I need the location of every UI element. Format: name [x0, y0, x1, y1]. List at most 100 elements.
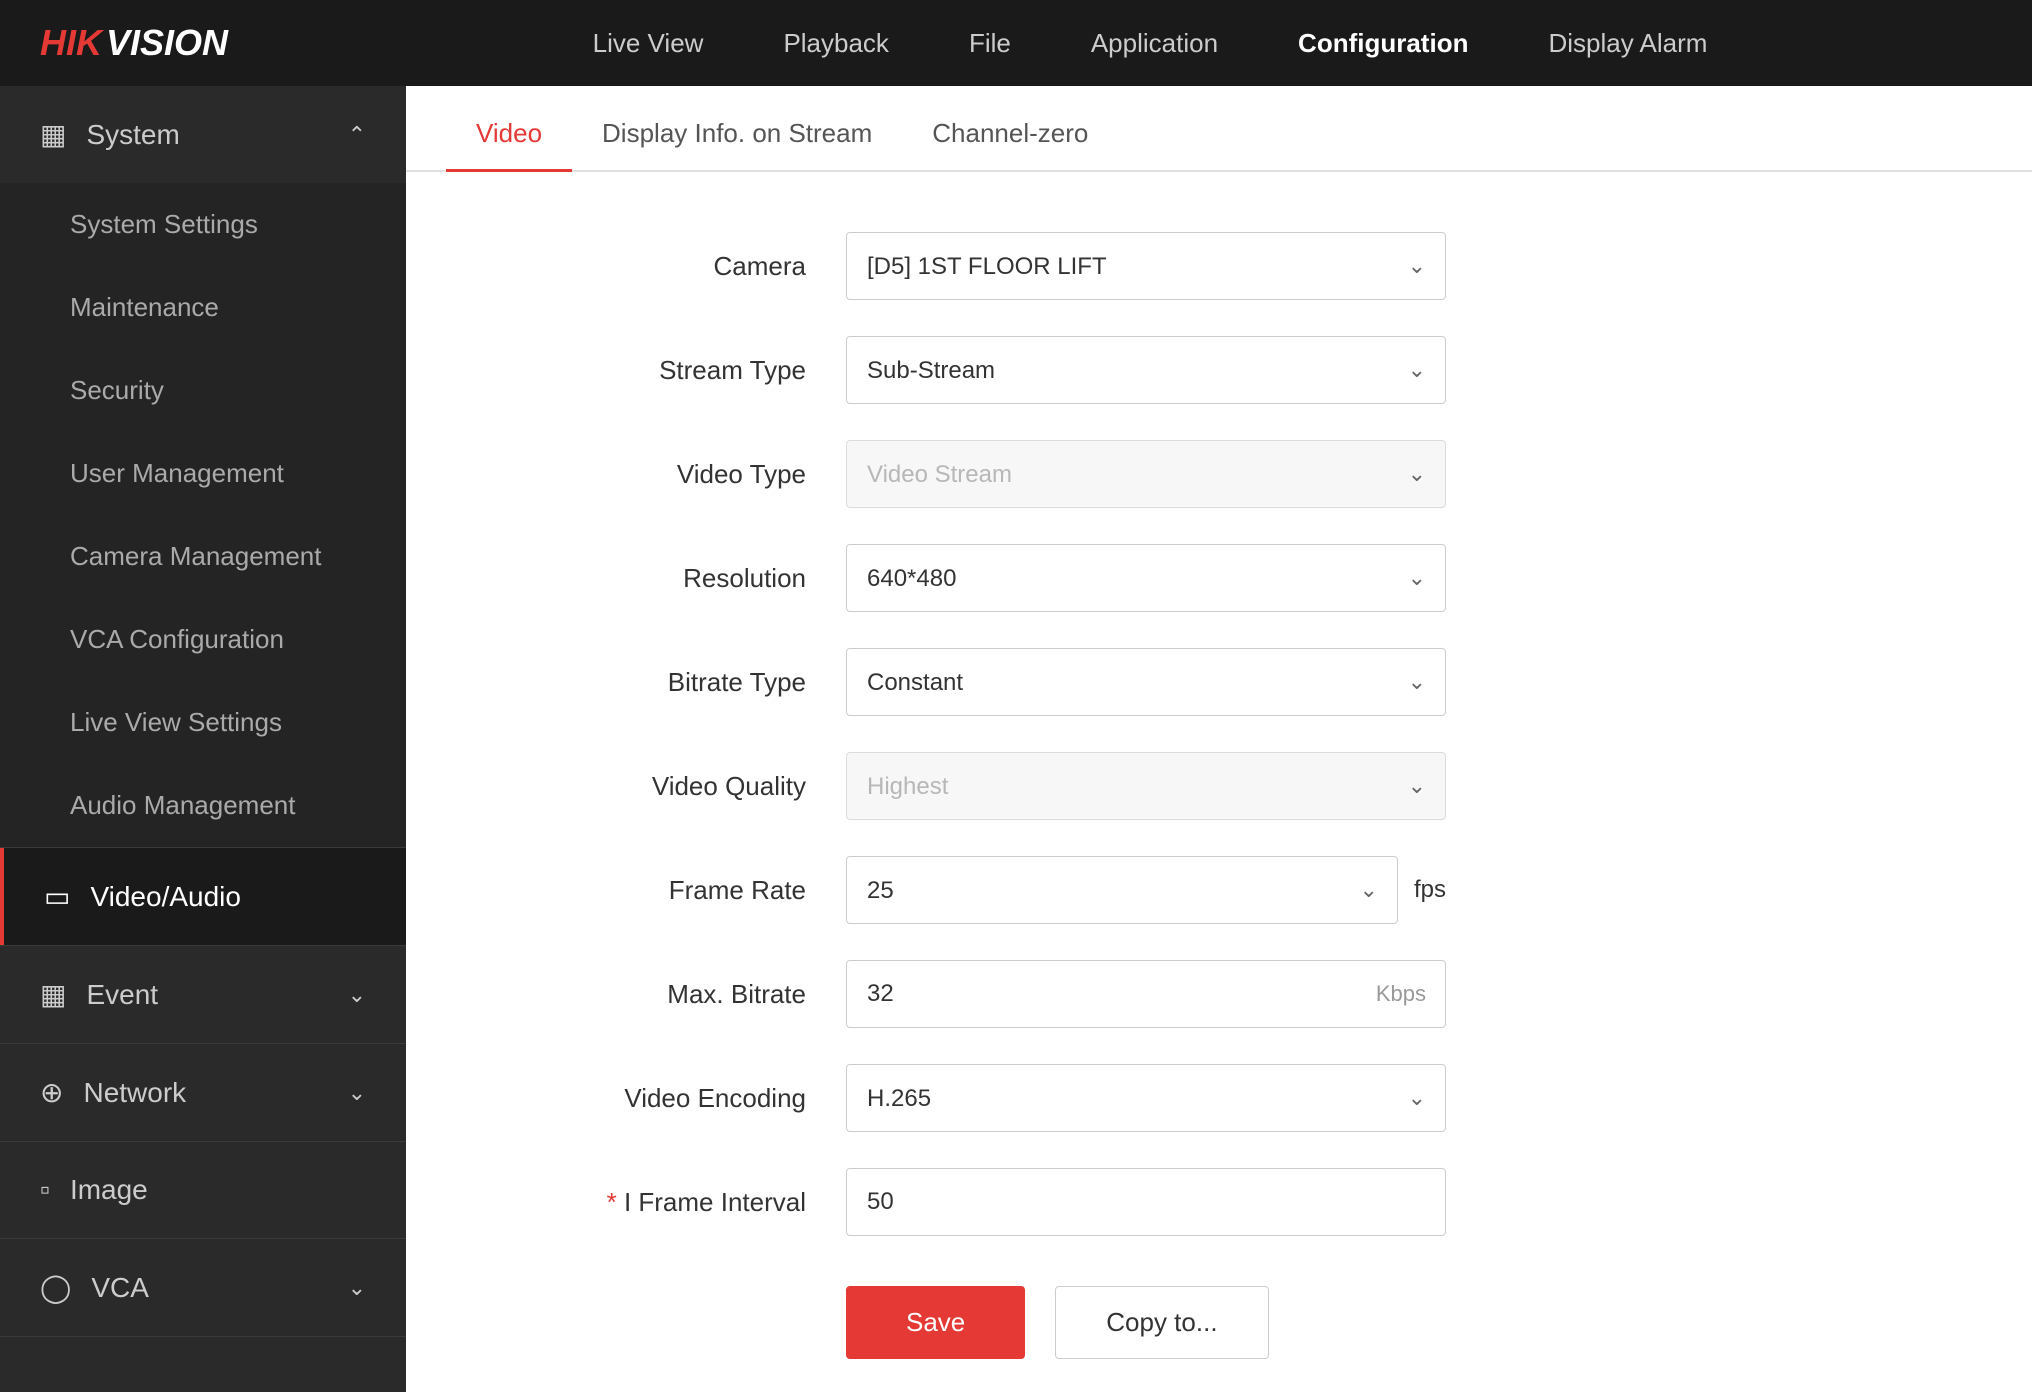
sidebar-system-label: System: [86, 119, 179, 151]
sidebar-section-system: ▦ System ⌃ System Settings Maintenance S…: [0, 86, 406, 848]
sidebar-section-vca: ◯ VCA ⌄: [0, 1239, 406, 1337]
video-type-select[interactable]: Video Stream: [846, 440, 1446, 508]
tab-video[interactable]: Video: [446, 118, 572, 172]
video-type-control: Video Stream ⌄: [846, 440, 1446, 508]
network-icon: ⊕: [40, 1076, 63, 1109]
resolution-control: 640*480 ⌄: [846, 544, 1446, 612]
sidebar-section-network: ⊕ Network ⌄: [0, 1044, 406, 1142]
sidebar: ▦ System ⌃ System Settings Maintenance S…: [0, 86, 406, 1392]
sidebar-item-image[interactable]: ▫ Image: [0, 1142, 406, 1238]
frame-rate-input-group: 25 ⌄ fps: [846, 856, 1446, 924]
sidebar-network-label: Network: [83, 1077, 186, 1109]
camera-select-wrapper: [D5] 1ST FLOOR LIFT ⌄: [846, 232, 1446, 300]
tab-channel-zero[interactable]: Channel-zero: [902, 118, 1118, 172]
sidebar-item-vca-configuration[interactable]: VCA Configuration: [0, 598, 406, 681]
sidebar-item-event[interactable]: ▦ Event ⌄: [0, 946, 406, 1043]
stream-type-control: Sub-Stream ⌄: [846, 336, 1446, 404]
video-encoding-control: H.265 ⌄: [846, 1064, 1446, 1132]
resolution-label: Resolution: [486, 563, 846, 594]
sidebar-item-maintenance[interactable]: Maintenance: [0, 266, 406, 349]
nav-playback[interactable]: Playback: [783, 28, 889, 59]
video-quality-row: Video Quality Highest ⌄: [486, 752, 1526, 820]
tab-display-info[interactable]: Display Info. on Stream: [572, 118, 902, 172]
sidebar-item-system[interactable]: ▦ System ⌃: [0, 86, 406, 183]
sidebar-image-label: Image: [70, 1174, 148, 1206]
i-frame-input[interactable]: [846, 1168, 1446, 1236]
video-encoding-label: Video Encoding: [486, 1083, 846, 1114]
frame-rate-select[interactable]: 25: [846, 856, 1398, 924]
sidebar-item-user-management[interactable]: User Management: [0, 432, 406, 515]
sidebar-item-network[interactable]: ⊕ Network ⌄: [0, 1044, 406, 1141]
nav-items: Live View Playback File Application Conf…: [308, 28, 1992, 59]
video-quality-select-wrapper: Highest ⌄: [846, 752, 1446, 820]
sidebar-item-live-view-settings[interactable]: Live View Settings: [0, 681, 406, 764]
sidebar-video-audio-label: Video/Audio: [90, 881, 241, 913]
nav-live-view[interactable]: Live View: [593, 28, 704, 59]
nav-file[interactable]: File: [969, 28, 1011, 59]
logo-vision: VISION: [106, 22, 228, 64]
sidebar-section-video-audio: ▭ Video/Audio: [0, 848, 406, 946]
stream-type-select[interactable]: Sub-Stream: [846, 336, 1446, 404]
system-chevron-icon: ⌃: [348, 122, 366, 148]
sidebar-item-audio-management[interactable]: Audio Management: [0, 764, 406, 847]
video-type-row: Video Type Video Stream ⌄: [486, 440, 1526, 508]
video-encoding-select[interactable]: H.265: [846, 1064, 1446, 1132]
tabs: Video Display Info. on Stream Channel-ze…: [406, 86, 2032, 172]
bitrate-type-select[interactable]: Constant: [846, 648, 1446, 716]
max-bitrate-unit: Kbps: [1376, 981, 1426, 1007]
event-chevron-icon: ⌄: [348, 982, 366, 1008]
stream-type-row: Stream Type Sub-Stream ⌄: [486, 336, 1526, 404]
logo-hik: HIK: [40, 22, 102, 64]
vca-icon: ◯: [40, 1271, 71, 1304]
bitrate-type-label: Bitrate Type: [486, 667, 846, 698]
event-icon: ▦: [40, 978, 66, 1011]
network-chevron-icon: ⌄: [348, 1080, 366, 1106]
camera-row: Camera [D5] 1ST FLOOR LIFT ⌄: [486, 232, 1526, 300]
save-button[interactable]: Save: [846, 1286, 1025, 1359]
resolution-select[interactable]: 640*480: [846, 544, 1446, 612]
frame-rate-label: Frame Rate: [486, 875, 846, 906]
nav-configuration[interactable]: Configuration: [1298, 28, 1468, 59]
sidebar-item-system-settings[interactable]: System Settings: [0, 183, 406, 266]
copy-to-button[interactable]: Copy to...: [1055, 1286, 1268, 1359]
bitrate-type-control: Constant ⌄: [846, 648, 1446, 716]
i-frame-row: I Frame Interval: [486, 1168, 1526, 1236]
resolution-select-wrapper: 640*480 ⌄: [846, 544, 1446, 612]
layout: ▦ System ⌃ System Settings Maintenance S…: [0, 86, 2032, 1392]
max-bitrate-label: Max. Bitrate: [486, 979, 846, 1010]
vca-chevron-icon: ⌄: [348, 1275, 366, 1301]
nav-application[interactable]: Application: [1091, 28, 1218, 59]
i-frame-control: [846, 1168, 1446, 1236]
sidebar-event-label: Event: [86, 979, 158, 1011]
sidebar-vca-label: VCA: [91, 1272, 149, 1304]
image-icon: ▫: [40, 1174, 50, 1206]
video-quality-control: Highest ⌄: [846, 752, 1446, 820]
main-content: Video Display Info. on Stream Channel-ze…: [406, 86, 2032, 1392]
sidebar-item-vca[interactable]: ◯ VCA ⌄: [0, 1239, 406, 1336]
sidebar-section-image: ▫ Image: [0, 1142, 406, 1239]
frame-rate-row: Frame Rate 25 ⌄ fps: [486, 856, 1526, 924]
sidebar-item-camera-management[interactable]: Camera Management: [0, 515, 406, 598]
sidebar-item-video-audio[interactable]: ▭ Video/Audio: [0, 848, 406, 945]
bitrate-type-row: Bitrate Type Constant ⌄: [486, 648, 1526, 716]
video-type-select-wrapper: Video Stream ⌄: [846, 440, 1446, 508]
nav-display-alarm[interactable]: Display Alarm: [1548, 28, 1707, 59]
button-row: Save Copy to...: [486, 1286, 1526, 1359]
camera-select[interactable]: [D5] 1ST FLOOR LIFT: [846, 232, 1446, 300]
max-bitrate-row: Max. Bitrate Kbps: [486, 960, 1526, 1028]
stream-type-label: Stream Type: [486, 355, 846, 386]
system-icon: ▦: [40, 118, 66, 151]
max-bitrate-input[interactable]: [846, 960, 1446, 1028]
camera-label: Camera: [486, 251, 846, 282]
resolution-row: Resolution 640*480 ⌄: [486, 544, 1526, 612]
video-quality-select[interactable]: Highest: [846, 752, 1446, 820]
max-bitrate-input-group: Kbps: [846, 960, 1446, 1028]
sidebar-item-security[interactable]: Security: [0, 349, 406, 432]
video-type-label: Video Type: [486, 459, 846, 490]
system-sub-items: System Settings Maintenance Security Use…: [0, 183, 406, 847]
bitrate-type-select-wrapper: Constant ⌄: [846, 648, 1446, 716]
video-encoding-select-wrapper: H.265 ⌄: [846, 1064, 1446, 1132]
video-encoding-row: Video Encoding H.265 ⌄: [486, 1064, 1526, 1132]
camera-control: [D5] 1ST FLOOR LIFT ⌄: [846, 232, 1446, 300]
logo: HIKVISION: [40, 22, 228, 64]
